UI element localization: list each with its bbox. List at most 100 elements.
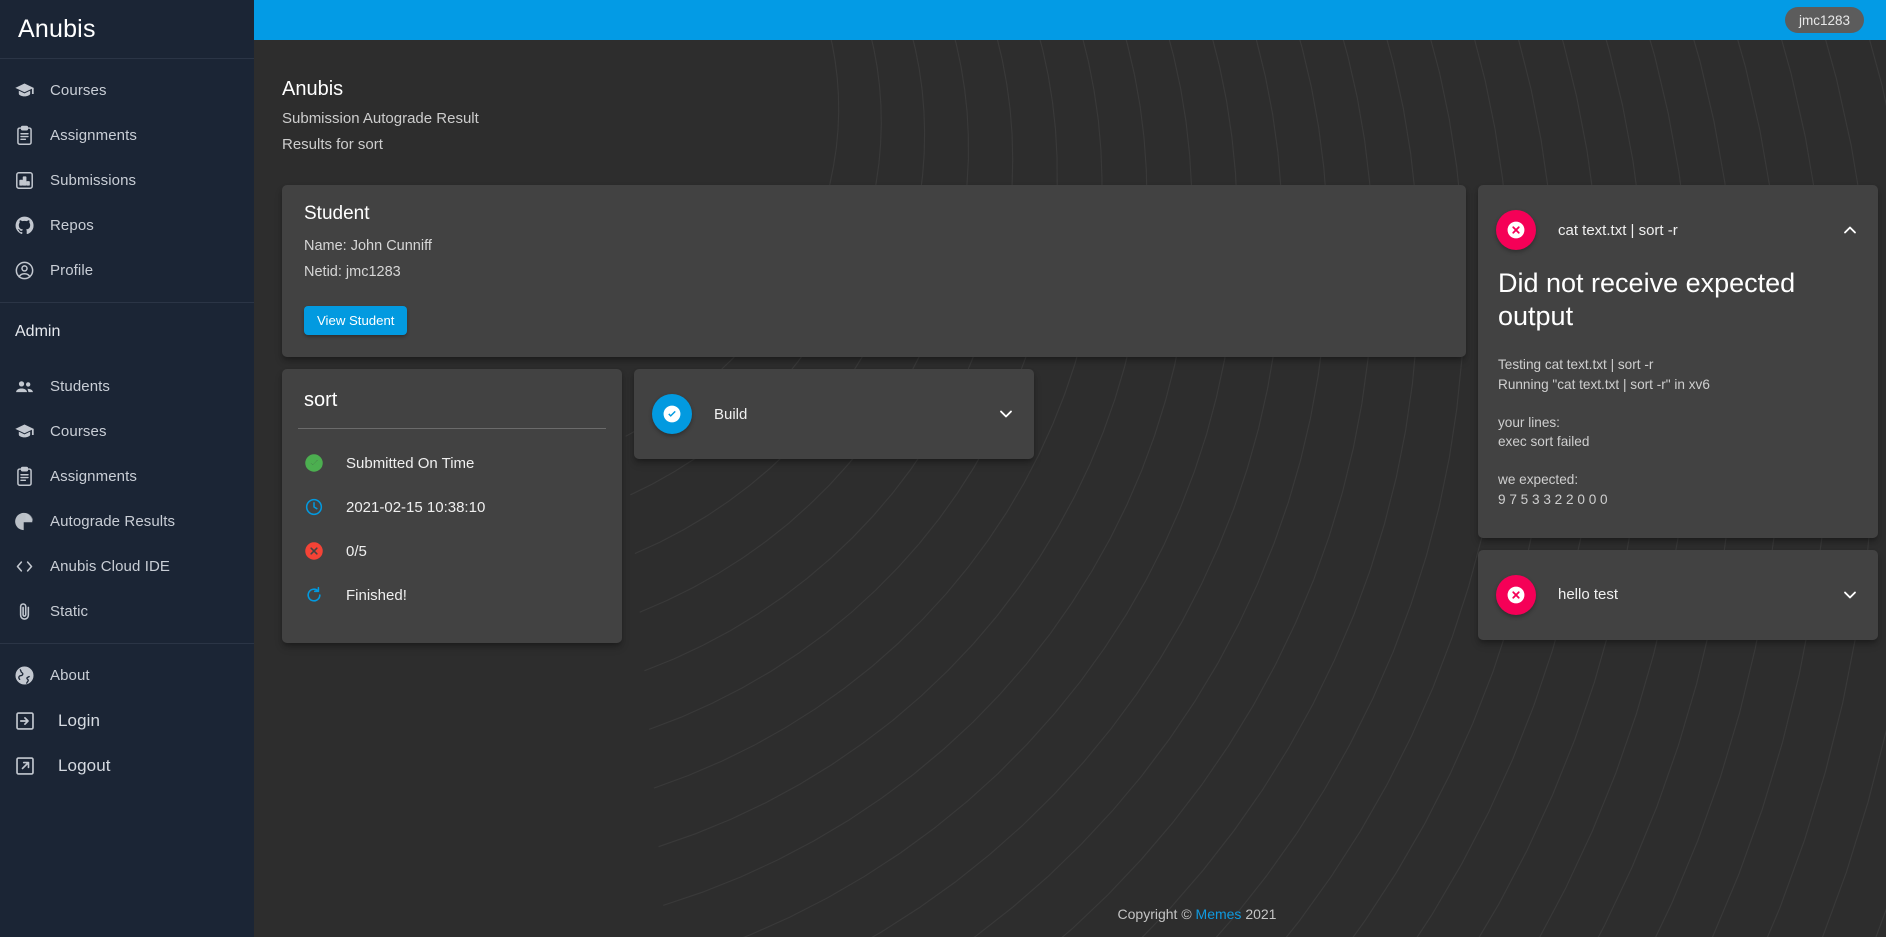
github-icon bbox=[14, 215, 35, 236]
attachment-icon bbox=[14, 601, 35, 622]
sidebar-item-label: Submissions bbox=[50, 172, 136, 189]
x-circle-icon bbox=[304, 541, 324, 561]
sidebar-item-anubis-cloud-ide[interactable]: Anubis Cloud IDE bbox=[0, 544, 254, 589]
summary-divider bbox=[298, 428, 606, 429]
build-accordion-card[interactable]: Build bbox=[634, 369, 1034, 459]
sidebar-item-logout[interactable]: Logout bbox=[0, 743, 254, 788]
student-card: Student Name: John Cunniff Netid: jmc128… bbox=[282, 185, 1466, 357]
sidebar-item-label: Assignments bbox=[50, 127, 137, 144]
check-circle-icon bbox=[661, 403, 683, 425]
test-label: hello test bbox=[1558, 586, 1818, 603]
logout-external-icon bbox=[14, 755, 58, 777]
test-status-avatar bbox=[1496, 210, 1536, 250]
sidebar-item-repos[interactable]: Repos bbox=[0, 203, 254, 248]
cards-grid: Student Name: John Cunniff Netid: jmc128… bbox=[282, 185, 1858, 643]
sidebar-item-courses[interactable]: Courses bbox=[0, 68, 254, 113]
refresh-icon bbox=[304, 585, 324, 605]
build-status-avatar bbox=[652, 394, 692, 434]
globe-icon bbox=[14, 665, 50, 686]
summary-column: sort Submitted On Time2021-02-15 10:38:1… bbox=[282, 369, 622, 643]
sidebar-item-profile[interactable]: Profile bbox=[0, 248, 254, 293]
pie-chart-icon bbox=[14, 511, 50, 532]
sidebar-item-label: Courses bbox=[50, 423, 107, 440]
test-accordion-header[interactable]: hello test bbox=[1496, 564, 1860, 626]
user-chip[interactable]: jmc1283 bbox=[1785, 7, 1864, 33]
sidebar-item-label: Profile bbox=[50, 262, 93, 279]
test-result-message: Did not receive expected output bbox=[1498, 267, 1858, 333]
sidebar: Anubis Courses Assignments Submissions Repo… bbox=[0, 0, 254, 937]
status-row: Submitted On Time bbox=[282, 441, 622, 485]
student-card-heading: Student bbox=[304, 203, 1444, 225]
sidebar-main-nav: Courses Assignments Submissions Repos Profil… bbox=[0, 59, 254, 303]
sidebar-item-autograde-results[interactable]: Autograde Results bbox=[0, 499, 254, 544]
summary-status-list: Submitted On Time2021-02-15 10:38:100/5F… bbox=[282, 441, 622, 617]
pie-chart-icon bbox=[14, 511, 35, 532]
brand-title: Anubis bbox=[18, 15, 96, 44]
account-circle-icon bbox=[14, 260, 50, 281]
chevron-down-icon[interactable] bbox=[1840, 585, 1860, 605]
check-circle-icon bbox=[304, 453, 324, 473]
account-circle-icon bbox=[14, 260, 35, 281]
sidebar-item-assignments[interactable]: Assignments bbox=[0, 454, 254, 499]
build-accordion-header[interactable]: Build bbox=[652, 383, 1016, 445]
sidebar-item-assignments[interactable]: Assignments bbox=[0, 113, 254, 158]
sidebar-item-label: Autograde Results bbox=[50, 513, 175, 530]
login-arrow-icon bbox=[14, 710, 36, 732]
sidebar-item-label: Students bbox=[50, 378, 110, 395]
left-stack: Student Name: John Cunniff Netid: jmc128… bbox=[282, 185, 1466, 643]
appbar: jmc1283 bbox=[254, 0, 1886, 40]
status-row: Finished! bbox=[282, 573, 622, 617]
lower-grid: sort Submitted On Time2021-02-15 10:38:1… bbox=[282, 369, 1466, 643]
page-content: Anubis Submission Autograde Result Resul… bbox=[254, 40, 1886, 937]
test-label: cat text.txt | sort -r bbox=[1558, 222, 1818, 239]
submission-summary-card: sort Submitted On Time2021-02-15 10:38:1… bbox=[282, 369, 622, 643]
clock-icon bbox=[304, 497, 324, 517]
chevron-down-icon[interactable] bbox=[996, 404, 1016, 424]
graduation-cap-icon bbox=[14, 80, 35, 101]
page-title: Anubis bbox=[282, 78, 1858, 101]
test-accordion-header[interactable]: cat text.txt | sort -r bbox=[1496, 199, 1860, 261]
student-netid: Netid: jmc1283 bbox=[304, 264, 1444, 280]
test-output-block: Testing cat text.txt | sort -r Running "… bbox=[1498, 355, 1858, 395]
sidebar-item-label: Assignments bbox=[50, 468, 137, 485]
code-brackets-icon bbox=[14, 556, 35, 577]
sidebar-item-label: Static bbox=[50, 603, 88, 620]
clipboard-icon bbox=[14, 125, 50, 146]
footer-memes-link[interactable]: Memes bbox=[1196, 906, 1242, 922]
page-results-for: Results for sort bbox=[282, 136, 1858, 153]
chevron-up-icon[interactable] bbox=[1840, 220, 1860, 240]
people-icon bbox=[14, 376, 35, 397]
test-accordion-card[interactable]: hello test bbox=[1478, 550, 1878, 640]
footer-year: 2021 bbox=[1245, 906, 1276, 922]
sidebar-item-label: Logout bbox=[58, 756, 111, 776]
sidebar-item-submissions[interactable]: Submissions bbox=[0, 158, 254, 203]
globe-icon bbox=[14, 665, 35, 686]
content-scroll-area: Anubis Submission Autograde Result Resul… bbox=[254, 40, 1886, 937]
page-header: Anubis Submission Autograde Result Resul… bbox=[282, 78, 1858, 153]
test-accordion-card[interactable]: cat text.txt | sort -r Did not receive ex… bbox=[1478, 185, 1878, 538]
sidebar-item-students[interactable]: Students bbox=[0, 364, 254, 409]
footer-copyright-prefix: Copyright © bbox=[1118, 906, 1192, 922]
status-text: Submitted On Time bbox=[346, 455, 474, 472]
view-student-button[interactable]: View Student bbox=[304, 306, 407, 335]
sidebar-item-login[interactable]: Login bbox=[0, 698, 254, 743]
clock-icon bbox=[304, 497, 324, 517]
clipboard-icon bbox=[14, 125, 35, 146]
sidebar-item-label: Anubis Cloud IDE bbox=[50, 558, 170, 575]
footer: Copyright © Memes 2021 bbox=[508, 891, 1886, 937]
page-subtitle: Submission Autograde Result bbox=[282, 110, 1858, 127]
sidebar-item-label: About bbox=[50, 667, 90, 684]
attachment-icon bbox=[14, 601, 50, 622]
github-icon bbox=[14, 215, 50, 236]
sidebar-footer-nav: About Login Logout bbox=[0, 644, 254, 797]
sidebar-item-about[interactable]: About bbox=[0, 653, 254, 698]
bar-chart-icon bbox=[14, 170, 50, 191]
status-row: 0/5 bbox=[282, 529, 622, 573]
test-output-block: your lines: exec sort failed bbox=[1498, 413, 1858, 453]
bar-chart-icon bbox=[14, 170, 35, 191]
sidebar-item-courses[interactable]: Courses bbox=[0, 409, 254, 454]
sidebar-item-static[interactable]: Static bbox=[0, 589, 254, 634]
refresh-icon bbox=[304, 585, 324, 605]
test-result-body: Did not receive expected output Testing c… bbox=[1496, 261, 1860, 524]
student-name: Name: John Cunniff bbox=[304, 238, 1444, 254]
